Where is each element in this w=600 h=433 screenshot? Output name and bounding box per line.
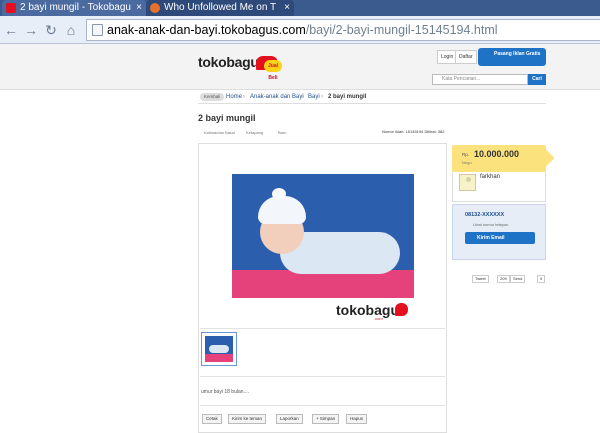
price-currency: Rp. <box>462 152 470 157</box>
daftar-link[interactable]: Daftar <box>455 50 477 64</box>
tab-inactive[interactable]: Who Unfollowed Me on T × <box>146 0 294 16</box>
url-input[interactable]: anak-anak-dan-bayi.tokobagus.com/bayi/2-… <box>86 19 600 41</box>
meta-location[interactable]: Kalimantan Barat <box>204 130 235 135</box>
facebook-send-button[interactable]: Send <box>510 275 526 283</box>
avatar[interactable] <box>459 174 476 191</box>
photo-hat <box>258 196 306 224</box>
url-host: anak-anak-dan-bayi.tokobagus.com <box>107 23 306 37</box>
breadcrumb-separator: › <box>302 94 304 100</box>
hapus-button[interactable]: Hapus <box>346 414 368 424</box>
laporkan-button[interactable]: Laporkan <box>276 414 303 424</box>
tab-title: 2 bayi mungil - Tokobagu <box>20 2 131 13</box>
firefox-favicon-icon <box>150 3 160 13</box>
pasang-iklan-label: Pasang Iklan Gratis <box>494 51 541 57</box>
back-icon[interactable]: ← <box>2 21 20 39</box>
seller-name[interactable]: farkhan <box>480 174 500 180</box>
jual-beli-badge: Jual Beli <box>264 60 282 81</box>
kirim-email-button[interactable]: Kirim Email <box>465 232 535 244</box>
listing-description: umur bayi 18 bulan.... <box>201 389 250 395</box>
watermark-badge-icon <box>395 303 408 316</box>
breadcrumb-separator: › <box>243 94 245 100</box>
watermark-sub: .com <box>374 316 383 321</box>
price-value: 10.000.000 <box>474 149 520 159</box>
forward-icon[interactable]: → <box>22 21 40 39</box>
divider <box>200 376 445 377</box>
close-tab-icon[interactable]: × <box>284 0 290 16</box>
listing-photo[interactable] <box>232 174 414 298</box>
breadcrumb-separator: › <box>321 94 323 100</box>
tokobagus-favicon-icon <box>6 3 16 13</box>
meta-condition: Baru <box>278 130 287 135</box>
simpan-button[interactable]: + Simpan <box>312 414 340 424</box>
tweet-button[interactable]: Tweet <box>472 275 489 283</box>
divider <box>200 328 445 329</box>
thumbnail-image <box>205 336 233 362</box>
url-path: /bayi/2-bayi-mungil-15145194.html <box>305 23 498 37</box>
search-button[interactable]: Cari <box>528 74 546 85</box>
breadcrumb-category[interactable]: Anak-anak dan Bayi <box>250 90 304 104</box>
breadcrumb-subcategory[interactable]: Bayi <box>308 90 320 104</box>
home-icon[interactable]: ⌂ <box>62 21 80 39</box>
kirim-ke-teman-button[interactable]: Kirim ke teman <box>228 414 267 424</box>
breadcrumb-home[interactable]: Home <box>226 90 242 104</box>
phone-hint[interactable]: Lihat nomor telepon <box>473 222 508 227</box>
photo-blanket <box>232 270 414 298</box>
send-count: 0 <box>537 275 546 283</box>
photo-hat-bobble <box>272 188 286 200</box>
phone-number: 08132-XXXXXX <box>465 212 505 218</box>
ad-info: Nomor iklan: 15145194 Dilihat: 382 <box>382 129 445 134</box>
pasang-iklan-button[interactable]: Pasang Iklan Gratis <box>478 48 546 66</box>
cetak-button[interactable]: Cetak <box>202 414 222 424</box>
close-tab-icon[interactable]: × <box>136 0 142 16</box>
address-bar: ← → ↻ ⌂ anak-anak-dan-bayi.tokobagus.com… <box>0 16 600 44</box>
tab-title: Who Unfollowed Me on T <box>164 2 277 13</box>
price-negotiable: Nego <box>462 160 472 165</box>
reload-icon[interactable]: ↻ <box>42 21 60 39</box>
divider <box>200 405 445 406</box>
tab-active[interactable]: 2 bayi mungil - Tokobagu × <box>2 0 146 16</box>
tweet-count: 209 <box>497 275 510 283</box>
breadcrumb-current: 2 bayi mungil <box>328 94 367 100</box>
meta-city[interactable]: Ketapang <box>246 130 263 135</box>
back-button[interactable]: Kembali <box>200 93 225 101</box>
page-icon <box>92 24 103 36</box>
page-title: 2 bayi mungil <box>198 113 256 123</box>
photo-thumbnail[interactable] <box>201 332 237 366</box>
search-input[interactable]: Kata Pencarian... <box>432 74 528 85</box>
browser-tab-strip: 2 bayi mungil - Tokobagu × Who Unfollowe… <box>0 0 600 16</box>
